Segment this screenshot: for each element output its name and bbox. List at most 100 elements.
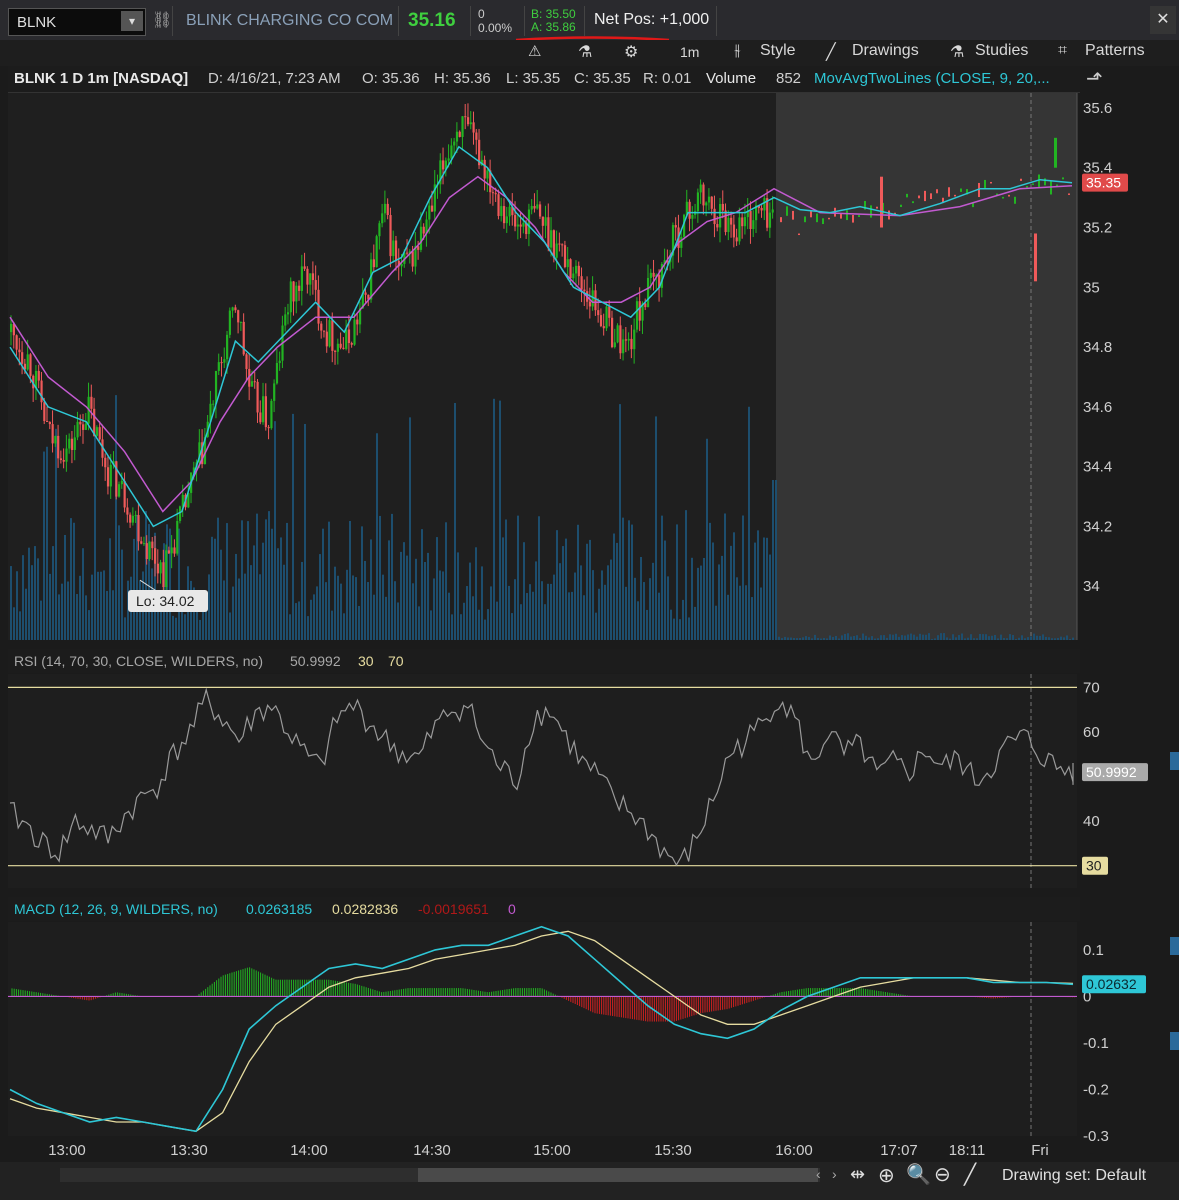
candle-body — [555, 243, 558, 258]
candle-body — [253, 381, 256, 383]
volume-bar — [616, 542, 618, 640]
edge-stub — [1170, 937, 1179, 955]
flask-icon[interactable]: ⚗ — [578, 42, 592, 62]
candle-body — [334, 350, 337, 352]
draw-line-icon[interactable]: ╱ — [964, 1162, 976, 1187]
volume-bar — [841, 635, 843, 640]
scroll-right-icon[interactable]: › — [832, 1166, 837, 1182]
candle-body — [635, 301, 639, 330]
candle-body — [763, 198, 766, 211]
candle-body — [610, 317, 614, 348]
chart-settings-icon[interactable]: ⬏ — [1086, 66, 1103, 91]
volume-bar — [43, 451, 45, 640]
volume-bar — [820, 638, 822, 640]
candle-body — [322, 330, 326, 332]
candle-body — [710, 196, 713, 209]
volume-bar — [1018, 637, 1020, 640]
symbol-input[interactable]: BLNK ▾ — [8, 8, 146, 36]
rsi-lower-value: 30 — [358, 653, 374, 669]
studies-menu[interactable]: Studies — [975, 42, 1028, 60]
candle-body — [386, 203, 389, 216]
volume-bar — [310, 599, 312, 640]
style-menu[interactable]: Style — [760, 42, 796, 60]
candle-body — [284, 314, 287, 326]
volume-bar — [370, 539, 372, 640]
volume-bar — [1060, 636, 1062, 640]
candle-body — [541, 216, 544, 226]
pan-icon[interactable]: ⇹ — [850, 1164, 865, 1185]
candle-body — [912, 201, 914, 204]
candle-body — [151, 541, 154, 549]
volume-bar — [997, 638, 999, 640]
volume-bar — [850, 636, 852, 640]
candle-body — [458, 131, 461, 137]
volume-bar — [937, 635, 939, 640]
candle-body — [392, 240, 395, 257]
volume-value: 852 — [776, 70, 802, 87]
scrollbar-thumb[interactable] — [418, 1168, 818, 1182]
timeframe-selector[interactable]: 1m — [680, 44, 699, 60]
volume-bar — [916, 636, 918, 640]
candle-body — [79, 421, 82, 425]
volume-bar — [205, 608, 207, 640]
candle-body — [699, 184, 702, 193]
volume-bar — [343, 613, 345, 640]
volume-bar — [301, 561, 303, 640]
net-position: Net Pos: +1,000 — [594, 11, 710, 28]
volume-bar — [247, 521, 249, 640]
volume-bar — [679, 619, 681, 640]
candle-body — [688, 201, 691, 219]
volume-bar — [376, 433, 378, 640]
candle-body — [766, 198, 769, 228]
volume-bar — [709, 522, 711, 640]
volume-bar — [955, 637, 957, 640]
volume-bar — [835, 635, 837, 640]
rsi-tick-label: 40 — [1083, 813, 1100, 830]
time-tick-label: 17:07 — [880, 1142, 918, 1159]
alert-icon[interactable]: ⚠ — [528, 42, 541, 60]
candle-body — [300, 266, 303, 291]
volume-bar — [730, 545, 732, 640]
volume-bar — [199, 619, 201, 640]
zoom-in-icon[interactable]: 🔍 — [906, 1162, 931, 1187]
candle-body — [544, 217, 547, 226]
volume-bar — [853, 635, 855, 640]
volume-bar — [760, 587, 762, 640]
drawing-set[interactable]: Drawing set: Default — [1002, 1167, 1146, 1185]
volume-bar — [259, 574, 261, 640]
candle-body — [400, 263, 403, 267]
candle-body — [339, 343, 342, 348]
bar-close: C: 35.35 — [574, 70, 631, 87]
candle-body — [550, 230, 553, 248]
candle-body — [447, 158, 450, 161]
volume-bar — [517, 515, 519, 640]
volume-bar — [571, 591, 573, 640]
close-icon[interactable]: ✕ — [1150, 6, 1176, 34]
candle-body — [464, 116, 467, 118]
candle-body — [713, 208, 716, 225]
volume-bar — [520, 604, 522, 640]
volume-bar — [865, 635, 867, 640]
candle-body — [239, 321, 243, 323]
volume-bar — [1000, 634, 1002, 640]
patterns-menu[interactable]: Patterns — [1085, 42, 1145, 60]
scroll-left-icon[interactable]: ‹ — [816, 1166, 821, 1182]
candle-body — [84, 423, 87, 430]
volume-bar — [844, 633, 846, 640]
volume-bar — [898, 636, 900, 640]
volume-bar — [826, 638, 828, 640]
gear-icon[interactable]: ⚙ — [624, 42, 638, 62]
link-icon[interactable]: ⛓ — [152, 10, 172, 30]
candle-body — [530, 205, 533, 210]
volume-bar — [394, 581, 396, 640]
zoom-out-icon[interactable]: ⊖ — [934, 1162, 951, 1187]
drawings-menu[interactable]: Drawings — [852, 42, 919, 60]
candle-body — [514, 215, 517, 227]
chevron-down-icon[interactable]: ▾ — [121, 11, 143, 31]
crosshair-icon[interactable]: ⊕ — [878, 1163, 895, 1188]
volume-bar — [592, 570, 594, 640]
volume-bar — [229, 612, 231, 640]
candle-body — [1002, 196, 1004, 199]
candle-body — [51, 424, 54, 444]
divider — [524, 6, 525, 36]
